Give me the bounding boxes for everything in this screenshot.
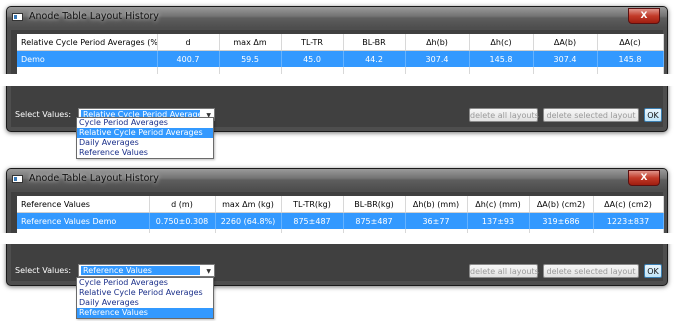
column-header[interactable]: TL-TR(kg) — [281, 196, 344, 213]
column-header[interactable]: ΔA(b) (cm2) — [529, 196, 594, 213]
close-icon[interactable]: X — [628, 8, 660, 24]
column-header[interactable]: ΔA(c) — [597, 34, 664, 51]
column-header[interactable]: max Δm — [219, 34, 282, 51]
table-cell: Demo — [17, 50, 158, 67]
chevron-down-icon[interactable]: ▼ — [206, 268, 211, 275]
ok-button[interactable]: OK — [644, 264, 662, 278]
window-title: Anode Table Layout History — [29, 173, 159, 184]
dropdown-option[interactable]: Daily Averages — [77, 298, 213, 308]
table-cell: 36±77 — [405, 212, 468, 229]
select-values-label: Select Values: — [15, 110, 72, 119]
table-cell: 875±487 — [281, 212, 344, 229]
column-header[interactable]: ΔA(c) (cm2) — [593, 196, 664, 213]
select-values-options: Cycle Period Averages Relative Cycle Per… — [76, 117, 214, 159]
column-header[interactable]: d — [157, 34, 220, 51]
table-header-row: Reference Values d (m) max Δm (kg) TL-TR… — [17, 196, 664, 213]
delete-selected-layout-button[interactable]: delete selected layout — [543, 264, 639, 278]
layout-history-table: Relative Cycle Period Averages (%) d max… — [17, 34, 664, 79]
anode-history-window-1: Anode Table Layout History X Relative Cy… — [6, 6, 668, 132]
column-header[interactable]: Δh(b) (mm) — [405, 196, 468, 213]
anode-history-window-2: Anode Table Layout History X Reference V… — [6, 168, 668, 286]
window-app-icon — [12, 13, 23, 21]
table-cell: 2260 (64.8%) — [215, 212, 282, 229]
delete-all-layouts-button[interactable]: delete all layouts — [469, 108, 539, 122]
title-bar[interactable]: Anode Table Layout History X — [7, 169, 667, 189]
dropdown-option-selected[interactable]: Reference Values — [77, 308, 213, 318]
dropdown-option[interactable]: Cycle Period Averages — [77, 118, 213, 128]
column-header[interactable]: BL-BR — [343, 34, 406, 51]
table-cell: 45.0 — [281, 50, 344, 67]
table-cell: 400.7 — [157, 50, 220, 67]
screenshot-break — [0, 233, 680, 244]
delete-selected-layout-button[interactable]: delete selected layout — [543, 108, 639, 122]
screenshot-break — [0, 74, 680, 86]
column-header[interactable]: ΔA(b) — [533, 34, 598, 51]
dropdown-option[interactable]: Reference Values — [77, 148, 213, 158]
dropdown-option-selected[interactable]: Relative Cycle Period Averages — [77, 128, 213, 138]
select-value: Reference Values — [81, 266, 200, 275]
column-header[interactable]: Δh(c) — [469, 34, 534, 51]
table-cell: 145.8 — [597, 50, 664, 67]
table-cell: 1223±837 — [593, 212, 664, 229]
column-header[interactable]: max Δm (kg) — [215, 196, 282, 213]
dropdown-option[interactable]: Cycle Period Averages — [77, 278, 213, 288]
window-title: Anode Table Layout History — [29, 11, 159, 22]
table-cell: 319±686 — [529, 212, 594, 229]
table-header-row: Relative Cycle Period Averages (%) d max… — [17, 34, 664, 51]
dropdown-option[interactable]: Relative Cycle Period Averages — [77, 288, 213, 298]
column-header[interactable]: Δh(b) — [405, 34, 470, 51]
table-cell: 307.4 — [533, 50, 598, 67]
table-cell: 145.8 — [469, 50, 534, 67]
table-cell: 59.5 — [219, 50, 282, 67]
column-header[interactable]: d (m) — [149, 196, 216, 213]
table-cell: 307.4 — [405, 50, 470, 67]
delete-all-layouts-button[interactable]: delete all layouts — [469, 264, 539, 278]
ok-button[interactable]: OK — [644, 108, 662, 122]
table-row[interactable]: Reference Values Demo 0.750±0.308 2260 (… — [17, 212, 664, 229]
select-values-options: Cycle Period Averages Relative Cycle Per… — [76, 277, 214, 319]
select-values-dropdown[interactable]: Reference Values ▼ — [78, 264, 215, 277]
close-icon[interactable]: X — [628, 170, 660, 186]
dropdown-option[interactable]: Daily Averages — [77, 138, 213, 148]
column-header[interactable]: TL-TR — [281, 34, 344, 51]
table-cell: 875±487 — [343, 212, 406, 229]
title-bar[interactable]: Anode Table Layout History X — [7, 7, 667, 27]
table-cell: 0.750±0.308 — [149, 212, 216, 229]
table-cell: Reference Values Demo — [17, 212, 150, 229]
column-header[interactable]: Reference Values — [17, 196, 150, 213]
table-cell: 137±93 — [467, 212, 530, 229]
window-app-icon — [12, 175, 23, 183]
column-header[interactable]: Relative Cycle Period Averages (%) — [17, 34, 158, 51]
column-header[interactable]: Δh(c) (mm) — [467, 196, 530, 213]
select-values-label: Select Values: — [15, 266, 72, 275]
column-header[interactable]: BL-BR(kg) — [343, 196, 406, 213]
table-row[interactable]: Demo 400.7 59.5 45.0 44.2 307.4 145.8 30… — [17, 50, 664, 67]
table-cell: 44.2 — [343, 50, 406, 67]
